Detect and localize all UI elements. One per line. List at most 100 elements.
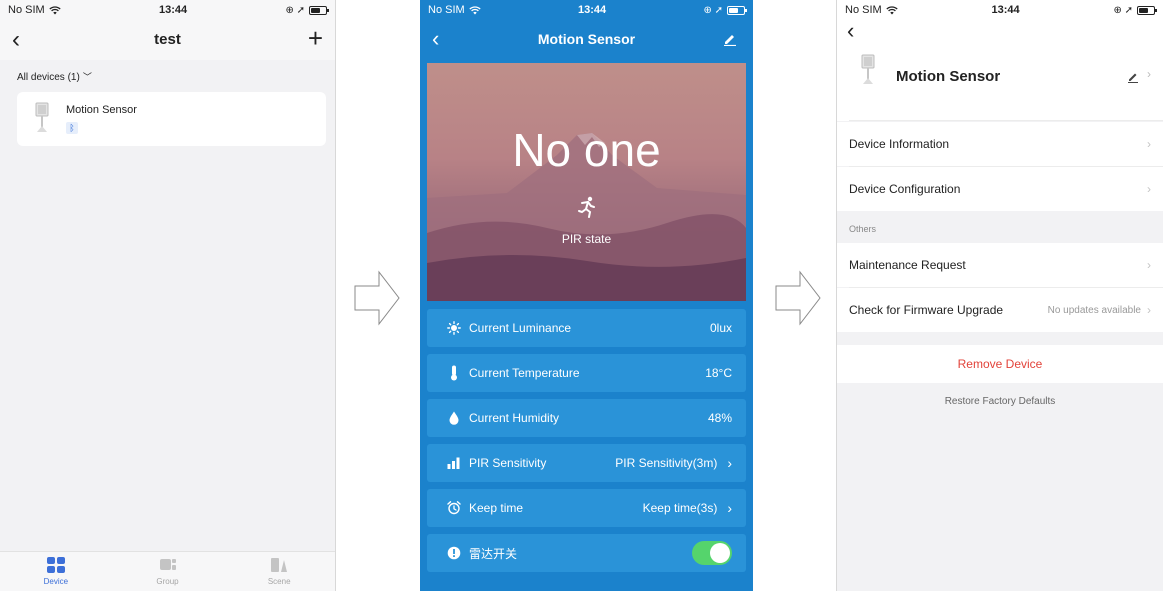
signal-bars-icon — [447, 456, 461, 470]
tab-scene[interactable]: Scene — [223, 552, 335, 591]
humidity-row: Current Humidity 48% — [427, 399, 746, 437]
luminance-row: Current Luminance 0lux — [427, 309, 746, 347]
battery-icon — [727, 5, 747, 15]
tab-group[interactable]: Group — [112, 552, 224, 591]
device-name: Motion Sensor — [66, 104, 137, 116]
firmware-upgrade-item[interactable]: Check for Firmware Upgrade No updates av… — [837, 288, 1163, 332]
row-value: Keep time(3s) — [642, 501, 718, 515]
maintenance-request-item[interactable]: Maintenance Request › — [837, 243, 1163, 287]
tab-bar: Device Group Scene — [0, 551, 335, 591]
motion-sensor-thumbnail-icon — [35, 102, 49, 132]
device-information-item[interactable]: Device Information › — [837, 122, 1163, 166]
battery-icon — [1137, 5, 1157, 15]
temperature-row: Current Temperature 18°C — [427, 354, 746, 392]
add-device-icon[interactable]: + — [308, 23, 323, 54]
page-title: Motion Sensor — [537, 31, 636, 47]
remove-device-button[interactable]: Remove Device — [837, 345, 1163, 383]
chevron-right-icon: › — [1147, 137, 1151, 151]
device-card[interactable]: Motion Sensor ᛒ — [17, 92, 326, 146]
tab-label: Group — [156, 577, 179, 586]
running-person-icon — [578, 196, 595, 218]
scene-icon — [271, 558, 288, 572]
row-label: Current Temperature — [469, 366, 580, 380]
motion-sensor-thumbnail-icon — [861, 54, 875, 84]
info-icon — [447, 546, 461, 560]
battery-icon — [309, 5, 329, 15]
motion-sensor-panel-screen: No SIM 13:44 ⊕ ➚ ‹ Motion Sensor No one … — [420, 0, 753, 591]
device-configuration-item[interactable]: Device Configuration › — [837, 167, 1163, 211]
chevron-right-icon: › — [1147, 303, 1151, 317]
clock-label: 13:44 — [159, 4, 188, 16]
device-name: Motion Sensor — [896, 68, 1001, 85]
location-icon: ⊕ ➚ — [285, 4, 305, 16]
thermometer-icon — [447, 365, 461, 381]
row-value: 48% — [707, 411, 732, 425]
edit-pencil-icon[interactable] — [1127, 71, 1139, 83]
group-icon — [159, 559, 176, 570]
chevron-right-icon: › — [1147, 182, 1151, 196]
carrier-label: No SIM — [8, 4, 45, 16]
keep-time-row[interactable]: Keep time Keep time(3s) › — [427, 489, 746, 527]
tab-label: Scene — [267, 577, 291, 586]
bluetooth-icon: ᛒ — [66, 122, 78, 134]
item-label: Maintenance Request — [849, 258, 966, 272]
mountain-background-image — [427, 133, 746, 301]
item-label: Device Configuration — [849, 182, 961, 196]
status-bar: No SIM 13:44 ⊕ ➚ — [0, 0, 335, 20]
item-label: Check for Firmware Upgrade — [849, 303, 1004, 317]
item-label: Device Information — [849, 137, 950, 151]
navigation-bar: ‹ Motion Sensor — [420, 20, 753, 60]
device-header: ‹ Motion Sensor › — [837, 18, 1163, 121]
pir-sensitivity-row[interactable]: PIR Sensitivity PIR Sensitivity(3m) › — [427, 444, 746, 482]
status-bar: No SIM 13:44 ⊕ ➚ — [837, 0, 1163, 20]
pir-state-value: No one — [512, 124, 661, 176]
chevron-right-icon: › — [1147, 258, 1151, 272]
wifi-icon — [49, 5, 61, 14]
location-icon: ⊕ ➚ — [1113, 4, 1133, 16]
wifi-icon — [886, 5, 898, 14]
alarm-clock-icon — [447, 501, 461, 515]
radar-switch-row: 雷达开关 — [427, 534, 746, 572]
sun-icon — [447, 321, 461, 335]
device-settings-screen: No SIM 13:44 ⊕ ➚ ‹ Motion Sensor › Devic… — [836, 0, 1163, 591]
wifi-icon — [469, 5, 481, 14]
row-label: Current Humidity — [469, 411, 560, 425]
edit-pencil-icon[interactable] — [723, 32, 737, 46]
clock-label: 13:44 — [578, 4, 607, 16]
device-list-screen: No SIM 13:44 ⊕ ➚ ‹ test + All devices (1… — [0, 0, 336, 591]
row-label: Current Luminance — [469, 321, 572, 335]
status-bar: No SIM 13:44 ⊕ ➚ — [420, 0, 753, 20]
carrier-label: No SIM — [428, 4, 465, 16]
device-filter-dropdown[interactable]: All devices (1) ﹀ — [0, 60, 335, 93]
flow-arrow-icon — [775, 270, 821, 326]
back-chevron-icon[interactable]: ‹ — [847, 18, 854, 44]
filter-label: All devices (1) — [17, 72, 80, 83]
navigation-bar: ‹ test + — [0, 20, 335, 60]
divider — [849, 120, 1163, 121]
page-title: test — [154, 31, 181, 48]
radar-switch-toggle[interactable] — [692, 541, 732, 565]
clock-label: 13:44 — [991, 4, 1020, 16]
pir-state-hero: No one PIR state — [427, 63, 746, 301]
chevron-right-icon: › — [1147, 67, 1151, 81]
row-value: PIR Sensitivity(3m) — [615, 456, 718, 470]
row-label: PIR Sensitivity — [469, 456, 547, 470]
chevron-right-icon: › — [727, 500, 732, 516]
flow-arrow-icon — [354, 270, 400, 326]
chevron-right-icon: › — [727, 455, 732, 471]
section-header: Others — [849, 224, 877, 234]
carrier-label: No SIM — [845, 4, 882, 16]
tab-label: Device — [43, 577, 69, 586]
location-icon: ⊕ ➚ — [703, 4, 723, 16]
droplet-icon — [447, 411, 461, 425]
restore-factory-defaults-button[interactable]: Restore Factory Defaults — [837, 396, 1163, 407]
row-value: 0lux — [709, 321, 732, 335]
row-label: 雷达开关 — [469, 546, 518, 561]
grid-icon — [46, 557, 65, 573]
row-value: 18°C — [705, 366, 732, 380]
tab-device[interactable]: Device — [0, 552, 112, 591]
pir-state-caption: PIR state — [561, 232, 612, 246]
row-label: Keep time — [469, 501, 524, 515]
chevron-down-icon: ﹀ — [82, 72, 92, 82]
firmware-status: No updates available — [1047, 304, 1141, 316]
